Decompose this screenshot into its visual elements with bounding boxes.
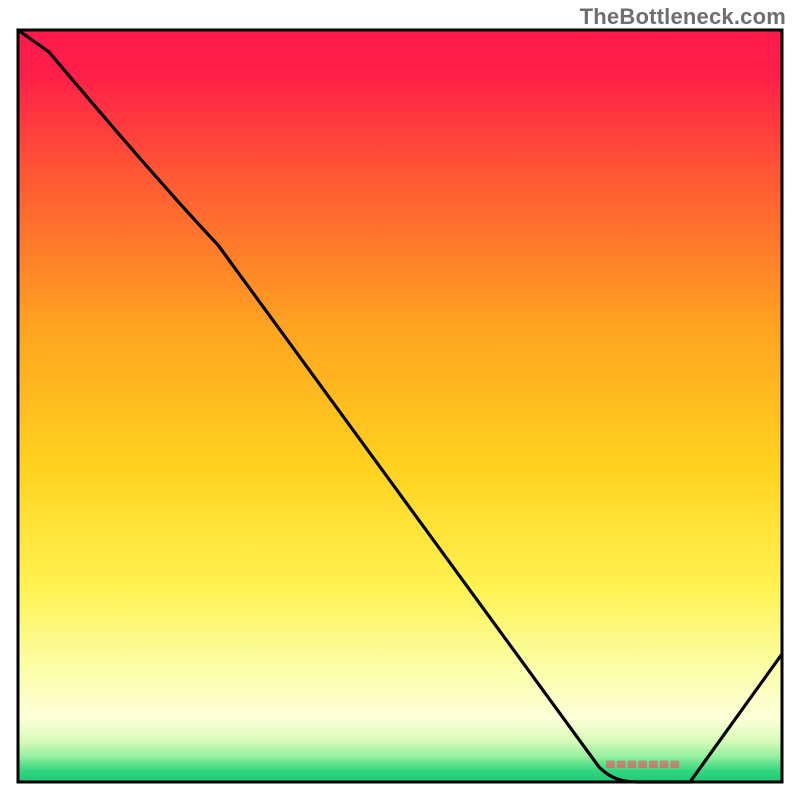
sweet-spot-marker: ▓▓▓▓▓▓▓ xyxy=(606,760,681,768)
watermark-text: TheBottleneck.com xyxy=(580,4,786,30)
heat-gradient xyxy=(18,30,782,782)
plot-area xyxy=(18,30,782,782)
chart-stage: ▓▓▓▓▓▓▓ TheBottleneck.com xyxy=(0,0,800,800)
chart-svg xyxy=(0,0,800,800)
